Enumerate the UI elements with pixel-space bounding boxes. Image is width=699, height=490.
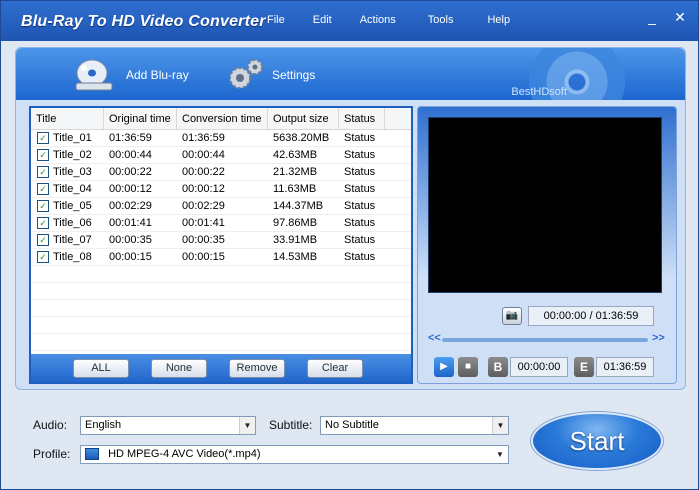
- video-profile-icon: [85, 448, 99, 461]
- row-checkbox[interactable]: ✓: [37, 166, 49, 178]
- gear-icon: [229, 59, 263, 89]
- audio-label: Audio:: [33, 418, 68, 432]
- seek-bar[interactable]: << >>: [428, 332, 665, 345]
- row-checkbox[interactable]: ✓: [37, 149, 49, 161]
- empty-row: [31, 266, 411, 283]
- header-spacer: [385, 108, 411, 129]
- start-button[interactable]: Start: [531, 412, 663, 470]
- preview-panel: 📷 00:00:00 / 01:36:59 << >> ▶ ■ B 00:00:…: [417, 106, 677, 384]
- title-bar: Blu-Ray To HD Video Converter File Edit …: [1, 1, 698, 41]
- clear-button[interactable]: Clear: [307, 359, 363, 378]
- settings-button[interactable]: Settings: [226, 58, 315, 92]
- bluray-disc-icon: [75, 59, 113, 91]
- profile-value: HD MPEG-4 AVC Video(*.mp4): [108, 448, 261, 460]
- menu-actions[interactable]: Actions: [354, 14, 402, 26]
- audio-value: English: [85, 419, 122, 431]
- header-conversion-time[interactable]: Conversion time: [177, 108, 268, 129]
- main-panel: Add Blu-ray Settings BestHDsoft Title Or…: [15, 47, 686, 390]
- playback-time: 00:00:00 / 01:36:59: [528, 306, 654, 326]
- close-button[interactable]: ✕: [669, 7, 691, 27]
- menu-edit[interactable]: Edit: [307, 14, 338, 26]
- header-original-time[interactable]: Original time: [104, 108, 177, 129]
- toolbar: Add Blu-ray Settings BestHDsoft: [16, 48, 685, 100]
- set-begin-button[interactable]: B: [488, 357, 508, 377]
- header-output-size[interactable]: Output size: [268, 108, 339, 129]
- table-row[interactable]: ✓ Title_06 00:01:41 00:01:41 97.86MB Stat…: [31, 215, 411, 232]
- total-time: 01:36:59: [595, 310, 639, 322]
- settings-label: Settings: [272, 68, 316, 82]
- select-all-button[interactable]: ALL: [73, 359, 129, 378]
- begin-time: 00:00:00: [510, 357, 568, 377]
- table-row[interactable]: ✓ Title_07 00:00:35 00:00:35 33.91MB Stat…: [31, 232, 411, 249]
- row-checkbox[interactable]: ✓: [37, 200, 49, 212]
- seek-track[interactable]: [442, 338, 648, 342]
- chevron-down-icon[interactable]: ▼: [492, 417, 508, 434]
- subtitle-value: No Subtitle: [325, 419, 379, 431]
- subtitle-label: Subtitle:: [269, 418, 313, 432]
- menu-tools[interactable]: Tools: [422, 14, 460, 26]
- audio-select[interactable]: English ▼: [80, 416, 256, 435]
- table-row[interactable]: ✓ Title_05 00:02:29 00:02:29 144.37MB Sta…: [31, 198, 411, 215]
- subtitle-select[interactable]: No Subtitle ▼: [320, 416, 509, 435]
- time-separator: /: [589, 310, 593, 322]
- add-bluray-button[interactable]: Add Blu-ray: [72, 58, 189, 92]
- table-row[interactable]: ✓ Title_04 00:00:12 00:00:12 11.63MB Stat…: [31, 181, 411, 198]
- current-time: 00:00:00: [543, 310, 587, 322]
- table-row[interactable]: ✓ Title_03 00:00:22 00:00:22 21.32MB Stat…: [31, 164, 411, 181]
- remove-button[interactable]: Remove: [229, 359, 285, 378]
- menu-help[interactable]: Help: [481, 14, 516, 26]
- table-row[interactable]: ✓ Title_02 00:00:44 00:00:44 42.63MB Stat…: [31, 147, 411, 164]
- row-checkbox[interactable]: ✓: [37, 132, 49, 144]
- profile-label: Profile:: [33, 447, 71, 461]
- profile-select[interactable]: HD MPEG-4 AVC Video(*.mp4) ▼: [80, 445, 509, 464]
- menu-bar: File Edit Actions Tools Help: [261, 14, 516, 26]
- header-status[interactable]: Status: [339, 108, 385, 129]
- seek-back-icon[interactable]: <<: [428, 332, 441, 344]
- app-title: Blu-Ray To HD Video Converter: [21, 13, 266, 30]
- row-checkbox[interactable]: ✓: [37, 183, 49, 195]
- list-footer: ALL None Remove Clear: [31, 354, 411, 382]
- list-header: Title Original time Conversion time Outp…: [31, 108, 411, 130]
- menu-file[interactable]: File: [261, 14, 291, 26]
- video-preview-screen: [428, 117, 662, 293]
- empty-row: [31, 334, 411, 351]
- chevron-down-icon[interactable]: ▼: [239, 417, 255, 434]
- stop-button[interactable]: ■: [458, 357, 478, 377]
- chevron-down-icon[interactable]: ▼: [492, 446, 508, 463]
- header-title[interactable]: Title: [31, 108, 104, 129]
- play-button[interactable]: ▶: [434, 357, 454, 377]
- row-checkbox[interactable]: ✓: [37, 234, 49, 246]
- camera-icon[interactable]: 📷: [502, 307, 522, 325]
- end-time: 01:36:59: [596, 357, 654, 377]
- empty-row: [31, 283, 411, 300]
- add-bluray-label: Add Blu-ray: [126, 68, 189, 82]
- set-end-button[interactable]: E: [574, 357, 594, 377]
- table-row[interactable]: ✓ Title_01 01:36:59 01:36:59 5638.20MB St…: [31, 130, 411, 147]
- empty-row: [31, 300, 411, 317]
- row-checkbox[interactable]: ✓: [37, 217, 49, 229]
- brand-text: BestHDsoft: [511, 86, 567, 98]
- minimize-button[interactable]: _: [641, 7, 663, 27]
- table-row[interactable]: ✓ Title_08 00:00:15 00:00:15 14.53MB Stat…: [31, 249, 411, 266]
- title-list: Title Original time Conversion time Outp…: [29, 106, 413, 384]
- app-window: Blu-Ray To HD Video Converter File Edit …: [0, 0, 699, 490]
- row-checkbox[interactable]: ✓: [37, 251, 49, 263]
- select-none-button[interactable]: None: [151, 359, 207, 378]
- seek-forward-icon[interactable]: >>: [652, 332, 665, 344]
- list-rows: ✓ Title_01 01:36:59 01:36:59 5638.20MB St…: [31, 130, 411, 351]
- empty-row: [31, 317, 411, 334]
